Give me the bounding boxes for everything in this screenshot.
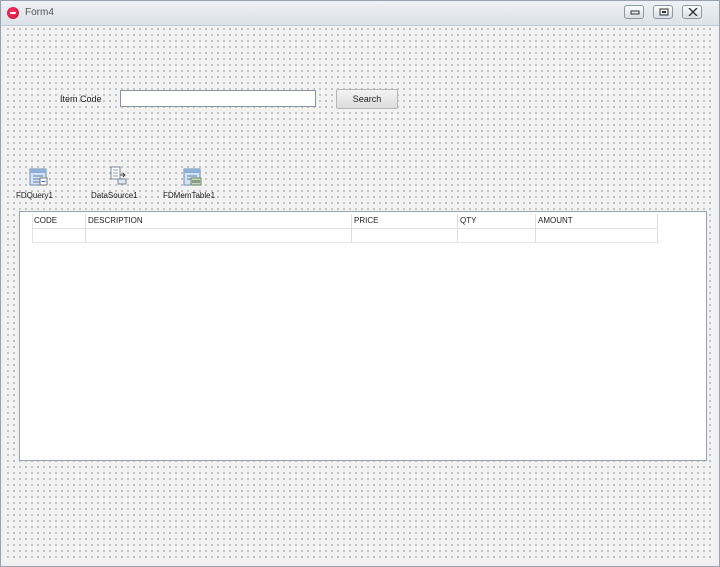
datasource-label: DataSource1 — [91, 191, 138, 200]
cell-description[interactable] — [86, 229, 352, 242]
window-title: Form4 — [25, 7, 54, 18]
search-button[interactable]: Search — [336, 89, 398, 109]
fdquery-label: FDQuery1 — [16, 191, 53, 200]
item-code-input[interactable] — [120, 90, 316, 107]
column-header-price[interactable]: PRICE — [352, 214, 458, 228]
minimize-button[interactable] — [624, 5, 644, 19]
maximize-icon — [659, 8, 669, 16]
column-header-code[interactable]: CODE — [32, 214, 86, 228]
fdmemtable-label: FDMemTable1 — [163, 191, 216, 200]
item-code-label: Item Code — [60, 94, 102, 104]
column-header-amount[interactable]: AMOUNT — [536, 214, 658, 228]
close-icon — [688, 8, 698, 16]
datasource-icon[interactable] — [108, 164, 130, 186]
title-bar[interactable]: Form4 — [1, 1, 719, 26]
cell-amount[interactable] — [536, 229, 658, 242]
data-grid[interactable]: CODE DESCRIPTION PRICE QTY AMOUNT — [19, 211, 707, 461]
maximize-button[interactable] — [653, 5, 673, 19]
grid-header: CODE DESCRIPTION PRICE QTY AMOUNT — [32, 214, 658, 229]
cell-price[interactable] — [352, 229, 458, 242]
column-header-qty[interactable]: QTY — [458, 214, 536, 228]
table-row[interactable] — [32, 229, 658, 243]
fdquery-icon[interactable] — [28, 166, 50, 188]
minimize-icon — [630, 10, 640, 15]
close-button[interactable] — [682, 5, 702, 19]
form-window: Form4 Item Code Search FDQuery1 DataSour… — [0, 0, 720, 567]
form-client-area: Item Code Search FDQuery1 DataSource1 FD… — [5, 26, 715, 562]
column-header-description[interactable]: DESCRIPTION — [86, 214, 352, 228]
fdmemtable-icon[interactable] — [182, 166, 204, 188]
cell-code[interactable] — [32, 229, 86, 242]
cell-qty[interactable] — [458, 229, 536, 242]
app-icon — [7, 7, 19, 19]
